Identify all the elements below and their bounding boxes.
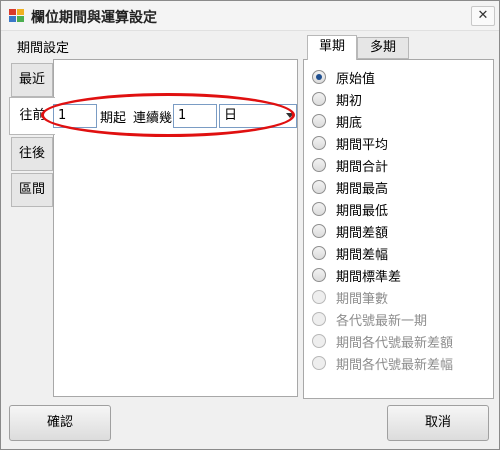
radio-button[interactable] — [312, 136, 326, 150]
calc-option-label: 期間各代號最新差額 — [336, 336, 454, 351]
unit-dropdown[interactable]: 日 — [219, 104, 297, 128]
radio-button[interactable] — [312, 158, 326, 172]
window-title: 欄位期間與運算設定 — [31, 10, 157, 26]
calc-option-label: 期間各代號最新差幅 — [336, 358, 454, 373]
calc-option-item[interactable]: 原始值 — [312, 67, 492, 87]
tab-multi-period[interactable]: 多期 — [357, 37, 409, 59]
calc-option-label: 期間平均 — [336, 138, 389, 153]
calc-panel: 原始值期初期底期間平均期間合計期間最高期間最低期間差額期間差幅期間標準差期間筆數… — [303, 35, 495, 399]
calc-option-item[interactable]: 期間最低 — [312, 199, 492, 219]
tab-range[interactable]: 區間 — [11, 173, 53, 207]
radio-button — [312, 334, 326, 348]
radio-button[interactable] — [312, 114, 326, 128]
count-input[interactable]: 1 — [173, 104, 217, 128]
calc-option-item[interactable]: 期間差額 — [312, 221, 492, 241]
calc-option-label: 各代號最新一期 — [336, 314, 428, 329]
calc-option-label: 原始值 — [336, 72, 376, 87]
calc-option-item[interactable]: 期間合計 — [312, 155, 492, 175]
calc-option-label: 期間差幅 — [336, 248, 389, 263]
tab-forward[interactable]: 往後 — [11, 137, 53, 171]
calc-option-item[interactable]: 期間最高 — [312, 177, 492, 197]
chevron-down-icon[interactable] — [286, 113, 294, 118]
tab-recent[interactable]: 最近 — [11, 63, 53, 97]
radio-button[interactable] — [312, 246, 326, 260]
radio-button[interactable] — [312, 92, 326, 106]
calc-option-label: 期間標準差 — [336, 270, 402, 285]
calc-option-item: 期間各代號最新差幅 — [312, 353, 492, 373]
period-field-row: 1 期起 連續幾 1 日 — [53, 104, 299, 128]
calc-option-label: 期間合計 — [336, 160, 389, 175]
calc-option-label: 期間最高 — [336, 182, 389, 197]
calc-option-item[interactable]: 期間平均 — [312, 133, 492, 153]
radio-button[interactable] — [312, 202, 326, 216]
radio-button — [312, 312, 326, 326]
calc-option-item[interactable]: 期初 — [312, 89, 492, 109]
calc-option-label: 期底 — [336, 116, 363, 131]
offset-input[interactable]: 1 — [53, 104, 97, 128]
calc-option-item[interactable]: 期間標準差 — [312, 265, 492, 285]
start-label: 期起 — [100, 111, 127, 126]
close-icon: ✕ — [477, 8, 489, 23]
calc-option-item: 期間筆數 — [312, 287, 492, 307]
calc-option-item[interactable]: 期底 — [312, 111, 492, 131]
tab-single-period[interactable]: 單期 — [307, 35, 357, 60]
radio-button[interactable] — [312, 70, 326, 84]
radio-button[interactable] — [312, 268, 326, 282]
calc-option-label: 期間最低 — [336, 204, 389, 219]
ok-button[interactable]: 確認 — [9, 405, 111, 441]
app-icon — [9, 9, 24, 22]
close-button[interactable]: ✕ — [471, 6, 495, 26]
calc-option-label: 期間差額 — [336, 226, 389, 241]
tab-backward[interactable]: 往前 — [9, 97, 55, 135]
unit-value: 日 — [224, 108, 238, 123]
title-bar: 欄位期間與運算設定 ✕ — [1, 1, 499, 31]
calc-option-label: 期初 — [336, 94, 363, 109]
radio-button[interactable] — [312, 224, 326, 238]
cancel-button[interactable]: 取消 — [387, 405, 489, 441]
radio-button — [312, 290, 326, 304]
calc-option-item: 期間各代號最新差額 — [312, 331, 492, 351]
dialog-window: 欄位期間與運算設定 ✕ 期間設定 最近 往前 往後 區間 1 期起 連續幾 1 … — [0, 0, 500, 450]
period-group-label: 期間設定 — [17, 41, 70, 56]
calc-option-item: 各代號最新一期 — [312, 309, 492, 329]
calc-option-label: 期間筆數 — [336, 292, 389, 307]
radio-button — [312, 356, 326, 370]
calc-option-item[interactable]: 期間差幅 — [312, 243, 492, 263]
continuous-label: 連續幾 — [133, 111, 173, 126]
calc-tab-page: 原始值期初期底期間平均期間合計期間最高期間最低期間差額期間差幅期間標準差期間筆數… — [303, 59, 494, 399]
radio-button[interactable] — [312, 180, 326, 194]
